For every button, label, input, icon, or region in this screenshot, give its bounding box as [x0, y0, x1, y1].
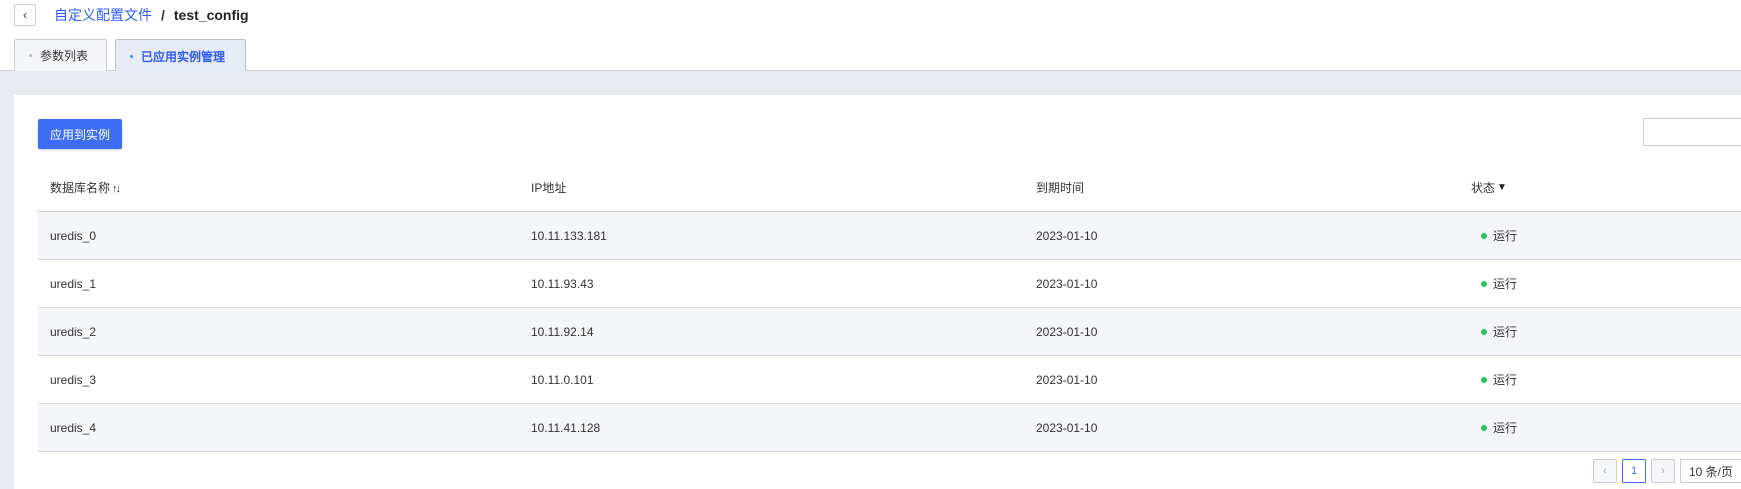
status-running-icon — [1481, 232, 1487, 239]
cell-expire: 2023-01-10 — [1036, 420, 1098, 435]
page-size-select[interactable]: 10 条/页 — [1680, 459, 1741, 483]
table-row[interactable]: uredis_1 10.11.93.43 2023-01-10 运行 — [38, 260, 1741, 308]
status-running-icon — [1481, 328, 1487, 335]
filter-icon[interactable]: ▼ — [1497, 182, 1507, 193]
cell-name: uredis_3 — [50, 372, 97, 387]
chevron-left-icon: ‹ — [1603, 465, 1607, 477]
sort-icon[interactable]: ↑↓ — [112, 183, 121, 195]
status-running-icon — [1481, 280, 1487, 287]
breadcrumb-parent-link[interactable]: 自定义配置文件 — [54, 5, 152, 25]
tab-applied-instances[interactable]: 已应用实例管理 — [115, 39, 246, 72]
pagination-page-button[interactable]: 1 — [1622, 459, 1646, 483]
column-header-status[interactable]: 状态 ▼ — [1471, 179, 1507, 196]
search-input[interactable] — [1643, 118, 1741, 146]
cell-status: 运行 — [1471, 419, 1517, 436]
cell-status: 运行 — [1471, 371, 1517, 388]
breadcrumb-separator: / — [161, 7, 165, 23]
tab-dot-icon — [130, 54, 133, 58]
tab-label: 参数列表 — [40, 49, 89, 63]
cell-expire: 2023-01-10 — [1036, 372, 1098, 387]
table-row[interactable]: uredis_0 10.11.133.181 2023-01-10 运行 — [38, 212, 1741, 260]
page-header: ‹ 自定义配置文件 / test_config 参数列表 已应用实例管理 — [0, 0, 1741, 72]
cell-status: 运行 — [1471, 275, 1517, 292]
chevron-right-icon: › — [1661, 465, 1665, 477]
cell-expire: 2023-01-10 — [1036, 276, 1098, 291]
tab-parameter-list[interactable]: 参数列表 — [14, 39, 107, 71]
tab-label: 已应用实例管理 — [141, 49, 226, 64]
status-running-icon — [1481, 376, 1487, 383]
pagination-prev-button[interactable]: ‹ — [1593, 459, 1617, 483]
cell-name: uredis_4 — [50, 420, 97, 435]
cell-expire: 2023-01-10 — [1036, 324, 1098, 339]
cell-expire: 2023-01-10 — [1036, 228, 1098, 243]
cell-ip: 10.11.93.43 — [531, 276, 594, 291]
column-header-ip: IP地址 — [531, 181, 567, 195]
cell-name: uredis_0 — [50, 228, 97, 243]
table-row[interactable]: uredis_3 10.11.0.101 2023-01-10 运行 — [38, 356, 1741, 404]
cell-status: 运行 — [1471, 227, 1517, 244]
back-button[interactable]: ‹ — [14, 4, 36, 26]
cell-status: 运行 — [1471, 323, 1517, 340]
table-row[interactable]: uredis_2 10.11.92.14 2023-01-10 运行 — [38, 308, 1741, 356]
column-header-name[interactable]: 数据库名称 ↑↓ — [50, 179, 121, 196]
instance-table: 数据库名称 ↑↓ IP地址 到期时间 状态 ▼ uredis_0 10.11.133… — [38, 164, 1741, 452]
tab-dot-icon — [29, 54, 32, 57]
breadcrumb-current: test_config — [173, 7, 249, 23]
table-row[interactable]: uredis_4 10.11.41.128 2023-01-10 运行 — [38, 404, 1741, 452]
pagination-next-button[interactable]: › — [1651, 459, 1675, 483]
chevron-left-icon: ‹ — [23, 8, 27, 22]
cell-ip: 10.11.0.101 — [531, 372, 594, 387]
status-running-icon — [1481, 424, 1487, 431]
cell-name: uredis_2 — [50, 324, 97, 339]
breadcrumb: 自定义配置文件 / test_config — [54, 5, 249, 25]
cell-ip: 10.11.41.128 — [531, 420, 601, 435]
cell-ip: 10.11.92.14 — [531, 324, 594, 339]
cell-ip: 10.11.133.181 — [531, 228, 607, 243]
column-header-expire: 到期时间 — [1036, 181, 1085, 195]
apply-to-instance-button[interactable]: 应用到实例 — [38, 119, 122, 149]
cell-name: uredis_1 — [50, 276, 97, 291]
table-header: 数据库名称 ↑↓ IP地址 到期时间 状态 ▼ — [38, 164, 1741, 212]
